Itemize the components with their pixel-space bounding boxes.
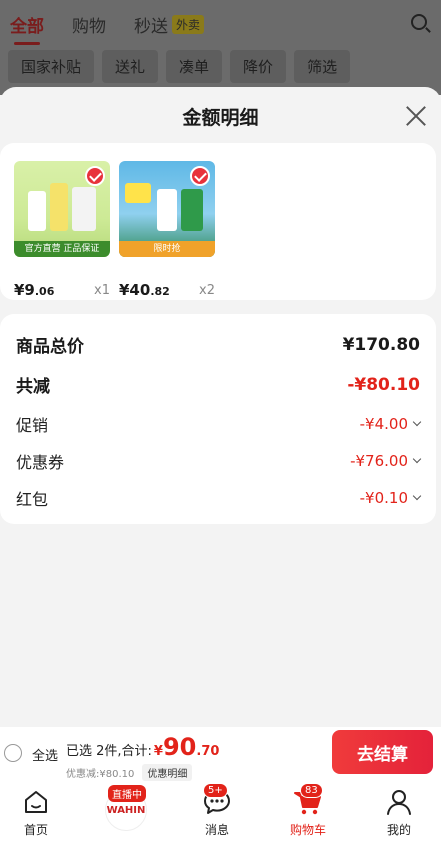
price-int: ¥9 (14, 281, 35, 299)
total-amount-int: 90 (162, 733, 197, 761)
price-dec: .06 (34, 285, 55, 298)
product-qty: x1 (94, 283, 110, 298)
tab-cart-label: 购物车 (289, 823, 326, 837)
coupon-label: 优惠券 (16, 453, 65, 472)
product-item[interactable]: 官方直营 正品保证 ¥9.06 x1 (14, 161, 110, 299)
discount-line: 优惠减:¥80.10 优惠明细 (66, 764, 193, 781)
discount-detail-button[interactable]: 优惠明细 (142, 764, 193, 781)
summary-card: 商品总价 ¥170.80 共减 -¥80.10 促销 -¥4.00 优惠券 -¥… (0, 314, 436, 524)
filter-bar: 国家补贴 送礼 凑单 降价 筛选 (0, 48, 441, 84)
total-currency: ¥ (153, 744, 163, 759)
product-card: 官方直营 正品保证 ¥9.06 x1 限时抢 ¥40.82 x2 (0, 143, 436, 300)
discount-text: 优惠减:¥80.10 (66, 769, 135, 780)
product-item[interactable]: 限时抢 ¥40.82 x2 (119, 161, 215, 299)
filter-bundle[interactable]: 凑单 (166, 49, 223, 83)
chevron-down-icon (412, 417, 422, 427)
product-price: ¥40.82 (119, 281, 170, 299)
thumb-caption: 限时抢 (119, 241, 215, 257)
takeout-badge: 外卖 (172, 14, 205, 34)
product-pack (72, 187, 96, 231)
product-price: ¥9.06 (14, 281, 54, 299)
price-int: ¥40 (119, 281, 151, 299)
bottom-tabbar: 首页 WAHIN 直播中 5+ 消息 83 购物车 我的 (0, 783, 441, 845)
redpack-label: 红包 (16, 490, 49, 509)
promo-row[interactable]: 促销 -¥4.00 (16, 412, 422, 436)
select-all-label[interactable]: 全选 (32, 745, 58, 764)
live-badge: 直播中 (108, 785, 146, 802)
tab-messages-label: 消息 (204, 823, 229, 837)
coupon-value: -¥76.00 (350, 452, 408, 470)
product-thumbnail: 官方直营 正品保证 (14, 161, 110, 257)
filter-national-subsidy[interactable]: 国家补贴 (8, 49, 95, 83)
search-icon[interactable] (411, 14, 427, 30)
selected-check-icon (190, 166, 210, 186)
close-icon[interactable] (405, 105, 427, 127)
product-qty: x2 (199, 283, 215, 298)
filter-price-drop[interactable]: 降价 (230, 49, 287, 83)
product-thumbnail: 限时抢 (119, 161, 215, 257)
messages-badge: 5+ (203, 783, 228, 798)
total-row: 商品总价 ¥170.80 (16, 332, 420, 358)
tab-instant-delivery[interactable]: 秒送 外卖 (134, 12, 205, 37)
selected-count: 已选 2件,合计: (66, 744, 152, 759)
cart-badge: 83 (300, 783, 323, 798)
chevron-down-icon (412, 491, 422, 501)
chevron-down-icon (412, 454, 422, 464)
promo-value-wrap: -¥4.00 (359, 415, 422, 433)
coupon-row[interactable]: 优惠券 -¥76.00 (16, 449, 422, 473)
product-pack (157, 189, 177, 231)
promo-value: -¥4.00 (359, 415, 408, 433)
home-icon (25, 791, 47, 813)
tab-messages[interactable]: 5+ 消息 (187, 783, 247, 838)
product-pack (50, 183, 68, 231)
redpack-value-wrap: -¥0.10 (359, 489, 422, 507)
tab-me[interactable]: 我的 (369, 787, 429, 838)
coupon-value-wrap: -¥76.00 (350, 452, 422, 470)
user-icon (387, 790, 411, 815)
tab-cart[interactable]: 83 购物车 (278, 783, 338, 838)
tab-me-label: 我的 (386, 823, 411, 837)
amount-detail-sheet: 金额明细 官方直营 正品保证 ¥9.06 x1 限时抢 ¥40.82 x2 商品… (0, 87, 441, 727)
reduce-value: -¥80.10 (347, 374, 420, 395)
price-tag (125, 183, 151, 203)
tab-shopping[interactable]: 购物 (72, 12, 106, 37)
promo-label: 促销 (16, 416, 49, 435)
select-all-radio[interactable] (4, 744, 22, 762)
filter-screen[interactable]: 筛选 (294, 49, 351, 83)
redpack-value: -¥0.10 (359, 489, 408, 507)
tab-all[interactable]: 全部 (10, 12, 44, 45)
total-value: ¥170.80 (342, 334, 420, 355)
product-pack (28, 191, 46, 231)
tab-home[interactable]: 首页 (6, 787, 66, 838)
total-summary: 已选 2件,合计: ¥ 90 .70 (66, 733, 219, 761)
tab-instant-label: 秒送 (134, 16, 168, 37)
tab-home-label: 首页 (23, 823, 48, 837)
reduce-label: 共减 (16, 377, 50, 397)
redpack-row[interactable]: 红包 -¥0.10 (16, 486, 422, 510)
total-label: 商品总价 (16, 337, 84, 357)
sheet-title: 金额明细 (182, 107, 259, 129)
checkout-button[interactable]: 去结算 (332, 730, 433, 774)
product-pack (181, 189, 203, 231)
top-tabs: 全部 购物 秒送 外卖 (0, 0, 441, 48)
selected-check-icon (85, 166, 105, 186)
background-app: 全部 购物 秒送 外卖 国家补贴 送礼 凑单 降价 筛选 (0, 0, 441, 95)
thumb-caption: 官方直营 正品保证 (14, 241, 110, 257)
tab-live[interactable]: WAHIN 直播中 (96, 785, 156, 831)
price-dec: .82 (150, 285, 170, 298)
filter-gift[interactable]: 送礼 (102, 49, 159, 83)
checkout-bar: 全选 已选 2件,合计: ¥ 90 .70 优惠减:¥80.10 优惠明细 去结… (0, 727, 441, 783)
reduce-row: 共减 -¥80.10 (16, 372, 420, 398)
total-amount-dec: .70 (196, 744, 220, 759)
